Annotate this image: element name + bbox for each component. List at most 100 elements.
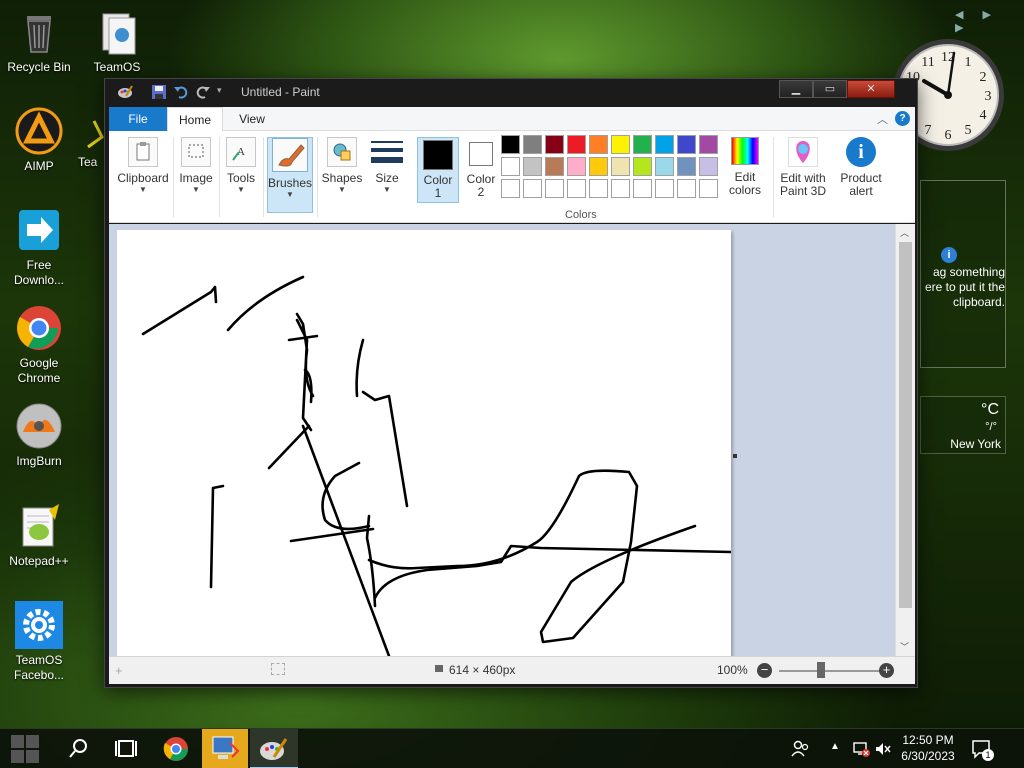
- desktop-icon-free-download-manager[interactable]: Free Downlo...: [0, 206, 78, 288]
- color-swatch[interactable]: [633, 135, 652, 154]
- color-swatch[interactable]: [589, 179, 608, 198]
- minimize-button[interactable]: ▁: [779, 80, 813, 98]
- color-swatch[interactable]: [699, 179, 718, 198]
- brushes-button[interactable]: Brushes ▼: [267, 137, 313, 213]
- zoom-slider-track[interactable]: [779, 670, 889, 672]
- color-swatch[interactable]: [655, 157, 674, 176]
- desktop-icon-teamos[interactable]: TeamOS: [78, 8, 156, 75]
- people-icon[interactable]: [790, 739, 810, 759]
- color-swatch[interactable]: [655, 179, 674, 198]
- scroll-down-icon[interactable]: ﹀: [900, 640, 909, 653]
- color-swatch[interactable]: [501, 157, 520, 176]
- title-bar[interactable]: ▾ Untitled - Paint ▁ ▭ ✕: [105, 79, 917, 107]
- desktop-icon-google-chrome[interactable]: Google Chrome: [0, 304, 78, 386]
- size-button[interactable]: Size ▼: [367, 137, 407, 213]
- taskbar-teamos[interactable]: [202, 729, 248, 768]
- color1-button[interactable]: Color 1: [417, 137, 459, 203]
- color-swatch[interactable]: [567, 157, 586, 176]
- color-swatch[interactable]: [545, 135, 564, 154]
- paint-app-icon: [260, 738, 288, 760]
- color-swatch[interactable]: [501, 179, 520, 198]
- color-swatch[interactable]: [545, 179, 564, 198]
- color-swatch[interactable]: [699, 157, 718, 176]
- search-button[interactable]: [54, 729, 102, 768]
- clipboard-gadget[interactable]: i ag something ere to put it the clipboa…: [920, 180, 1006, 368]
- canvas-size-icon: [435, 665, 443, 672]
- notepadpp-icon: [15, 502, 63, 550]
- color-swatch[interactable]: [655, 135, 674, 154]
- taskbar-clock[interactable]: 12:50 PM 6/30/2023: [896, 732, 960, 764]
- color-swatch[interactable]: [611, 179, 630, 198]
- tab-view[interactable]: View: [227, 107, 277, 131]
- edit-with-paint3d-button[interactable]: Edit with Paint 3D: [775, 137, 831, 213]
- weather-gadget[interactable]: °C °/° New York: [920, 396, 1006, 454]
- image-button[interactable]: Image ▼: [177, 137, 215, 213]
- desktop-icon-label: ImgBurn: [16, 454, 62, 468]
- color-swatch[interactable]: [611, 157, 630, 176]
- redo-icon[interactable]: [195, 84, 211, 100]
- task-view-button[interactable]: [102, 729, 150, 768]
- color-swatch[interactable]: [523, 179, 542, 198]
- edit-colors-button[interactable]: Edit colors: [723, 137, 767, 213]
- color-swatch[interactable]: [699, 135, 718, 154]
- cursor-position-icon: +: [115, 663, 123, 678]
- zoom-slider-thumb[interactable]: [817, 662, 825, 678]
- color-swatch[interactable]: [633, 157, 652, 176]
- color-swatch[interactable]: [523, 135, 542, 154]
- zoom-out-button[interactable]: −: [757, 663, 772, 678]
- color-swatch[interactable]: [501, 135, 520, 154]
- save-icon[interactable]: [151, 84, 167, 100]
- show-hidden-icons[interactable]: ▲: [830, 741, 840, 752]
- tab-home[interactable]: Home: [167, 107, 223, 131]
- canvas-resize-handle[interactable]: [733, 454, 737, 458]
- desktop-icon-recycle-bin[interactable]: Recycle Bin: [0, 8, 78, 75]
- color-swatch[interactable]: [677, 157, 696, 176]
- desktop-icon-tea[interactable]: Tea: [78, 107, 104, 170]
- desktop-icon-aimp[interactable]: AIMP: [0, 107, 78, 174]
- color-swatch[interactable]: [545, 157, 564, 176]
- desktop-icon-teamos-facebook[interactable]: TeamOS Facebo...: [0, 601, 78, 683]
- collapse-ribbon-icon[interactable]: ︿: [877, 111, 888, 127]
- color-swatch[interactable]: [589, 135, 608, 154]
- network-icon[interactable]: [852, 740, 870, 758]
- color-swatch[interactable]: [589, 157, 608, 176]
- volume-muted-icon[interactable]: [874, 740, 892, 758]
- status-bar: + 614 × 460px 100% − +: [109, 656, 915, 684]
- vertical-scrollbar[interactable]: ︿ ﹀: [895, 224, 915, 656]
- close-button[interactable]: ✕: [847, 80, 895, 98]
- image-label: Image: [179, 171, 213, 185]
- gadget-nav-arrows[interactable]: ◀ ▶ ▶: [955, 8, 1024, 34]
- scroll-up-icon[interactable]: ︿: [900, 226, 909, 239]
- color-swatch[interactable]: [523, 157, 542, 176]
- color-swatch[interactable]: [567, 135, 586, 154]
- taskbar-chrome[interactable]: [152, 729, 200, 768]
- action-center-button[interactable]: 1: [970, 737, 994, 761]
- tools-button[interactable]: A Tools ▼: [223, 137, 259, 213]
- clipboard-hint: ag something ere to put it the clipboard…: [924, 265, 1005, 309]
- zoom-in-button[interactable]: +: [879, 663, 894, 678]
- customize-qat-icon[interactable]: ▾: [217, 85, 222, 96]
- color-swatch[interactable]: [677, 179, 696, 198]
- tab-file[interactable]: File: [109, 107, 167, 131]
- start-button[interactable]: [2, 729, 50, 768]
- drawing-canvas[interactable]: [117, 230, 733, 656]
- color-swatch[interactable]: [611, 135, 630, 154]
- shapes-button[interactable]: Shapes ▼: [321, 137, 363, 213]
- help-icon[interactable]: ?: [895, 111, 910, 126]
- scrollbar-thumb[interactable]: [899, 242, 912, 608]
- canvas-workspace[interactable]: [109, 224, 895, 656]
- desktop-icon-imgburn[interactable]: ImgBurn: [0, 402, 78, 469]
- color-swatch[interactable]: [567, 179, 586, 198]
- product-alert-button[interactable]: i Product alert: [835, 137, 887, 213]
- task-view-icon: [115, 740, 137, 757]
- maximize-button[interactable]: ▭: [813, 80, 847, 98]
- color-swatch[interactable]: [677, 135, 696, 154]
- color2-button[interactable]: Color 2: [461, 137, 501, 203]
- paint-window[interactable]: ▾ Untitled - Paint ▁ ▭ ✕ File Home View …: [104, 78, 918, 688]
- chevron-down-icon: ▼: [237, 185, 245, 194]
- desktop-icon-notepadpp[interactable]: Notepad++: [0, 502, 78, 569]
- clipboard-button[interactable]: Clipboard ▼: [115, 137, 171, 213]
- undo-icon[interactable]: [173, 84, 189, 100]
- color-swatch[interactable]: [633, 179, 652, 198]
- taskbar-paint[interactable]: [250, 729, 298, 768]
